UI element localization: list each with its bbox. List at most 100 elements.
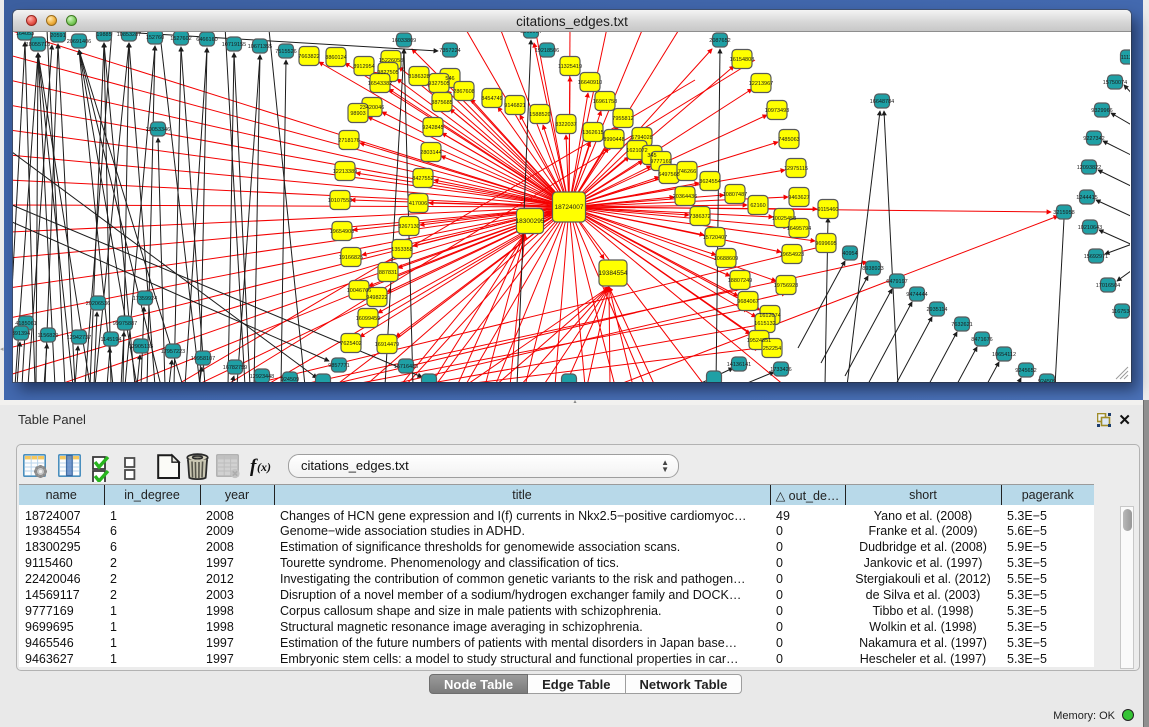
svg-text:2718176: 2718176 [338,138,359,144]
svg-text:20591: 20591 [50,33,65,39]
svg-text:7485063: 7485063 [778,137,799,143]
svg-text:1527602: 1527602 [170,36,191,42]
svg-text:11123: 11123 [1121,55,1130,61]
svg-text:7625402: 7625402 [340,341,361,347]
svg-text:924509: 924509 [281,377,299,382]
svg-text:9329966: 9329966 [1091,108,1112,114]
svg-text:19524851: 19524851 [747,338,771,344]
svg-text:417006: 417006 [409,201,427,207]
svg-text:9227342: 9227342 [1083,136,1104,142]
svg-text:18055713: 18055713 [26,42,50,48]
svg-text:16033809: 16033809 [392,38,416,44]
svg-text:8186328: 8186328 [408,74,429,80]
svg-text:9463627: 9463627 [788,195,809,201]
svg-text:14136141: 14136141 [727,362,751,368]
svg-text:12093822: 12093822 [1077,165,1101,171]
svg-text:9327505: 9327505 [428,81,449,87]
svg-text:10853287: 10853287 [117,32,141,38]
svg-text:8813054: 8813054 [520,32,541,35]
svg-text:9857771: 9857771 [328,363,349,369]
svg-text:62160: 62160 [750,203,765,209]
svg-text:1353358: 1353358 [391,247,412,253]
svg-text:16543382: 16543382 [368,81,392,87]
svg-text:10973493: 10973493 [765,108,789,114]
svg-text:10210643: 10210643 [1078,225,1102,231]
svg-text:6497568: 6497568 [658,172,679,178]
svg-text:16782759: 16782759 [223,365,247,371]
svg-text:8912954: 8912954 [353,64,374,70]
svg-text:1145194: 1145194 [100,337,121,343]
svg-text:18300295: 18300295 [516,218,545,225]
svg-text:15226058: 15226058 [379,58,403,64]
svg-text:19756928: 19756928 [774,283,798,289]
svg-text:9777169: 9777169 [650,159,671,165]
svg-text:1588520: 1588520 [529,112,550,118]
svg-text:16154808: 16154808 [730,57,754,63]
svg-text:2087652: 2087652 [709,38,730,44]
svg-text:7663822: 7663822 [298,54,319,60]
svg-text:12942737: 12942737 [67,335,91,341]
svg-text:1156829: 1156829 [37,333,58,339]
svg-text:17359924: 17359924 [133,296,157,302]
svg-text:10688609: 10688609 [714,256,738,262]
svg-text:8427552: 8427552 [412,176,433,182]
svg-text:8860124: 8860124 [325,55,346,61]
svg-text:887831: 887831 [379,270,397,276]
svg-text:3267130: 3267130 [398,224,419,230]
svg-text:18807249: 18807249 [728,278,752,284]
svg-text:10025458: 10025458 [772,216,796,222]
svg-text:1733426: 1733426 [770,367,791,373]
svg-text:9474444: 9474444 [906,292,927,298]
svg-text:19384554: 19384554 [599,270,628,277]
svg-text:19654923: 19654923 [780,252,804,258]
svg-text:164053: 164053 [16,32,34,37]
svg-text:2935114: 2935114 [926,307,947,313]
svg-text:9245652: 9245652 [1015,368,1036,374]
svg-text:16961758: 16961758 [593,99,617,105]
svg-text:7515526: 7515526 [275,49,296,55]
svg-text:1612074: 1612074 [759,313,780,319]
svg-text:1615132: 1615132 [754,321,775,327]
svg-text:12213967: 12213967 [749,81,773,87]
svg-text:7357224: 7357224 [439,48,460,54]
svg-text:15716485: 15716485 [394,364,418,370]
svg-text:12213389: 12213389 [333,169,357,175]
svg-text:16495794: 16495794 [787,226,811,232]
svg-text:8990448: 8990448 [603,137,624,143]
svg-text:16914479: 16914479 [375,342,399,348]
svg-text:2803144: 2803144 [420,150,441,156]
svg-text:9684067: 9684067 [737,299,758,305]
svg-text:12905135: 12905135 [129,344,153,350]
svg-text:10046766: 10046766 [347,288,371,294]
svg-text:18724007: 18724007 [555,204,584,211]
svg-text:98903: 98903 [350,111,365,117]
svg-text:12975115: 12975115 [784,166,808,172]
svg-text:391394: 391394 [13,331,30,337]
svg-text:924509: 924509 [1038,379,1056,382]
svg-text:1621072: 1621072 [626,148,647,154]
svg-text:1362615: 1362615 [582,130,603,136]
svg-text:11325419: 11325419 [558,64,582,70]
svg-text:12923448: 12923448 [250,374,274,380]
svg-text:2867608: 2867608 [453,89,474,95]
svg-text:15750074: 15750074 [1103,80,1127,86]
svg-text:20364436: 20364436 [673,194,697,200]
svg-text:9699695: 9699695 [815,241,836,247]
svg-text:99975887: 99975887 [113,321,137,327]
svg-text:9242845: 9242845 [422,125,443,131]
svg-text:6466160: 6466160 [196,37,217,43]
svg-text:7386372: 7386372 [689,214,710,220]
svg-text:19218506: 19218506 [535,48,559,54]
svg-text:15720407: 15720407 [703,235,727,241]
svg-text:252254: 252254 [763,346,781,352]
svg-text:10107553: 10107553 [328,198,352,204]
svg-text:20053346: 20053346 [146,127,170,133]
svg-text:(x): (x) [257,460,271,474]
svg-text:40954: 40954 [842,251,857,257]
svg-text:8471676: 8471676 [971,337,992,343]
svg-text:10671355: 10671355 [248,44,272,50]
svg-text:19166825: 19166825 [339,255,363,261]
svg-text:7632621: 7632621 [951,322,972,328]
svg-text:8454749: 8454749 [481,96,502,102]
svg-text:16099459: 16099459 [356,316,380,322]
